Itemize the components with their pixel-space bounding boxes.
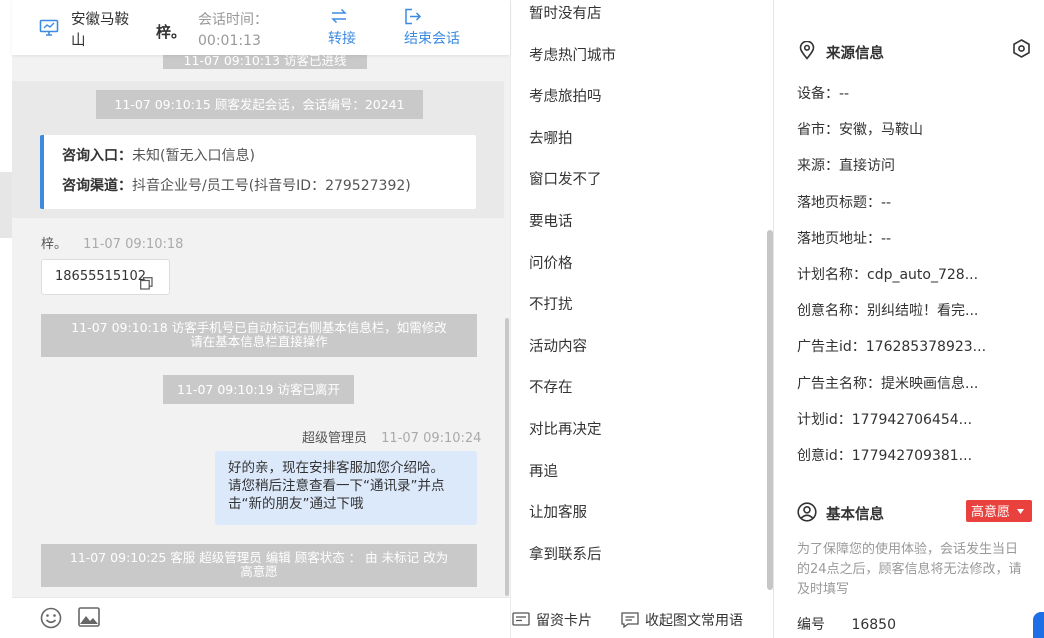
chat-toolbar [12, 597, 510, 638]
agent-message-meta: 超级管理员 11-07 09:10:24 [302, 427, 481, 446]
chat-message-list[interactable]: 11-07 09:10:13 访客已进线 11-07 09:10:15 顾客发起… [12, 55, 510, 597]
quick-phrase-item[interactable]: 拿到联系后 [529, 543, 602, 564]
caret-down-icon [1017, 500, 1025, 522]
message-time: 11-07 09:10:18 [83, 237, 184, 252]
location-pin-icon [799, 40, 815, 64]
source-info-row: 设备：-- [797, 86, 850, 102]
visitor-name: 梓。 [156, 23, 187, 41]
settings-icon[interactable] [1012, 39, 1031, 62]
agent-message-bubble: 好的亲，现在安排客服加您介绍哈。 请您稍后注意查看一下“通讯录”并点 击“新的朋… [215, 451, 477, 525]
end-session-label: 结束会话 [404, 31, 460, 47]
customer-id-label: 编号 [797, 617, 825, 633]
quick-phrase-item[interactable]: 窗口发不了 [529, 168, 602, 189]
intent-status-dropdown[interactable]: 高意愿 [966, 500, 1032, 522]
left-edge-tab[interactable] [0, 172, 12, 238]
customer-id-value: 16850 [851, 617, 896, 633]
transfer-button[interactable]: 转接 [328, 8, 356, 50]
source-info-row: 创意id：177942709381... [797, 448, 973, 464]
quick-phrase-item[interactable]: 去哪拍 [529, 127, 573, 148]
source-info-row: 计划id：177942706454... [797, 411, 973, 428]
message-icon [621, 612, 639, 632]
channel-value: 抖音企业号/员工号(抖音号ID：279527392) [132, 178, 411, 194]
edit-deadline-notice: 为了保障您的使用体验，会话发生当日的24点之后，顾客信息将无法修改，请及时填写 [797, 542, 1022, 597]
lead-card-label: 留资卡片 [536, 613, 592, 629]
chat-scrollbar[interactable] [505, 318, 509, 596]
system-message-line: 请在基本信息栏直接操作 [190, 334, 328, 349]
monitor-icon [39, 19, 59, 41]
channel-label: 咨询渠道： [62, 178, 132, 194]
transfer-icon [328, 8, 356, 28]
system-message: 11-07 09:10:18 访客手机号已自动标记右侧基本信息栏，如需修改 请在… [41, 314, 477, 357]
collapse-phrases-button[interactable]: 收起图文常用语 [621, 610, 743, 632]
visitor-location-line: 安徽马鞍 [71, 12, 129, 28]
exit-icon [404, 8, 460, 28]
visitor-message-phone[interactable]: 18655515102 [41, 259, 170, 295]
card-icon [512, 612, 530, 632]
entry-info-card: 咨询入口：未知(暂无入口信息) 咨询渠道：抖音企业号/员工号(抖音号ID：279… [40, 135, 476, 209]
system-message-line: 高意愿 [240, 564, 278, 579]
quick-phrase-item[interactable]: 问价格 [529, 252, 573, 273]
copy-icon[interactable] [140, 270, 153, 304]
quick-phrase-item[interactable]: 暂时没有店 [529, 2, 602, 23]
quick-phrase-item[interactable]: 再追 [529, 460, 558, 481]
source-info-row: 广告主id：176285378923... [797, 339, 987, 356]
message-line: 击“新的朋友”通过下哦 [228, 496, 364, 512]
system-message: 11-07 09:10:19 访客已离开 [163, 375, 354, 404]
message-sender: 超级管理员 [302, 431, 368, 446]
quick-phrase-item[interactable]: 不打扰 [529, 293, 573, 314]
transfer-label: 转接 [328, 31, 356, 47]
system-message-line: 11-07 09:10:18 访客手机号已自动标记右侧基本信息栏，如需修改 [71, 320, 447, 335]
customer-info-panel: 来源信息 设备：-- 省市：安徽，马鞍山 来源：直接访问 落地页标题：-- 落地页地址：… [775, 0, 1044, 638]
end-session-button[interactable]: 结束会话 [404, 8, 460, 50]
message-line: 请您稍后注意查看一下“通讯录”并点 [228, 478, 445, 494]
phone-number: 18655515102 [55, 269, 146, 284]
basic-info-title: 基本信息 [826, 507, 884, 523]
system-message-line: 11-07 09:10:25 客服 超级管理员 编辑 顾客状态 ： 由 未标记 … [69, 550, 449, 565]
message-sender: 梓。 [41, 237, 68, 252]
quick-phrase-item[interactable]: 考虑旅拍吗 [529, 85, 602, 106]
quick-phrase-item[interactable]: 要电话 [529, 210, 573, 231]
visitor-message-meta: 梓。 11-07 09:10:18 [41, 233, 183, 252]
lead-card-button[interactable]: 留资卡片 [512, 610, 592, 632]
quick-phrase-item[interactable]: 活动内容 [529, 335, 587, 356]
system-message: 11-07 09:10:15 顾客发起会话，会话编号：20241 [96, 90, 423, 119]
system-message: 11-07 09:10:13 访客已进线 [163, 55, 367, 69]
entry-label: 咨询入口： [62, 148, 132, 164]
quick-phrase-panel: 暂时没有店考虑热门城市 考虑旅拍吗去哪拍窗口发不了要电话问价格不打扰活动内容不存在… [510, 0, 774, 638]
user-circle-icon [797, 502, 817, 526]
source-info-row: 落地页地址：-- [797, 230, 892, 247]
session-time-value: 00:01:13 [198, 33, 261, 49]
quick-phrase-item[interactable]: 对比再决定 [529, 418, 602, 439]
source-info-row: 创意名称：别纠结啦！看完... [797, 303, 979, 320]
phrase-scrollbar[interactable] [767, 230, 773, 590]
message-line: 好的亲，现在安排客服加您介绍哈。 [228, 460, 444, 476]
phrase-toolbar: 留资卡片 收起图文常用语 [511, 597, 775, 638]
floating-help-tab[interactable] [1033, 612, 1044, 638]
quick-phrase-item[interactable]: 考虑热门城市 [529, 44, 616, 65]
left-edge-strip [0, 0, 12, 638]
source-info-row: 广告主名称：提米映画信息... [797, 375, 979, 392]
intent-status-label: 高意愿 [971, 505, 1011, 520]
source-info-row: 落地页标题：-- [797, 194, 892, 211]
chat-panel: 安徽马鞍 山 梓。 会话时间： 00:01:13 转接 结束会话 11-07 0… [12, 0, 510, 638]
visitor-location-line: 山 [71, 33, 86, 49]
source-info-row: 省市：安徽，马鞍山 [797, 122, 923, 139]
source-info-row: 计划名称：cdp_auto_728... [797, 267, 979, 283]
customer-id-row: 编号 16850 [797, 614, 896, 634]
image-icon[interactable] [78, 607, 100, 631]
chat-header: 安徽马鞍 山 梓。 会话时间： 00:01:13 转接 结束会话 [12, 0, 510, 55]
source-info-row: 来源：直接访问 [797, 158, 895, 175]
quick-phrase-item[interactable]: 不存在 [529, 376, 573, 397]
collapse-phrases-label: 收起图文常用语 [645, 613, 743, 629]
visitor-location: 安徽马鞍 山 [71, 10, 129, 52]
source-info-title: 来源信息 [826, 46, 884, 62]
session-time: 会话时间： 00:01:13 [198, 10, 268, 52]
entry-value: 未知(暂无入口信息) [132, 148, 255, 164]
quick-phrase-item[interactable]: 让加客服 [529, 501, 587, 522]
message-time: 11-07 09:10:24 [381, 431, 482, 446]
system-message: 11-07 09:10:25 客服 超级管理员 编辑 顾客状态 ： 由 未标记 … [41, 544, 477, 587]
session-time-label: 会话时间： [198, 12, 268, 28]
emoji-icon[interactable] [40, 607, 62, 633]
